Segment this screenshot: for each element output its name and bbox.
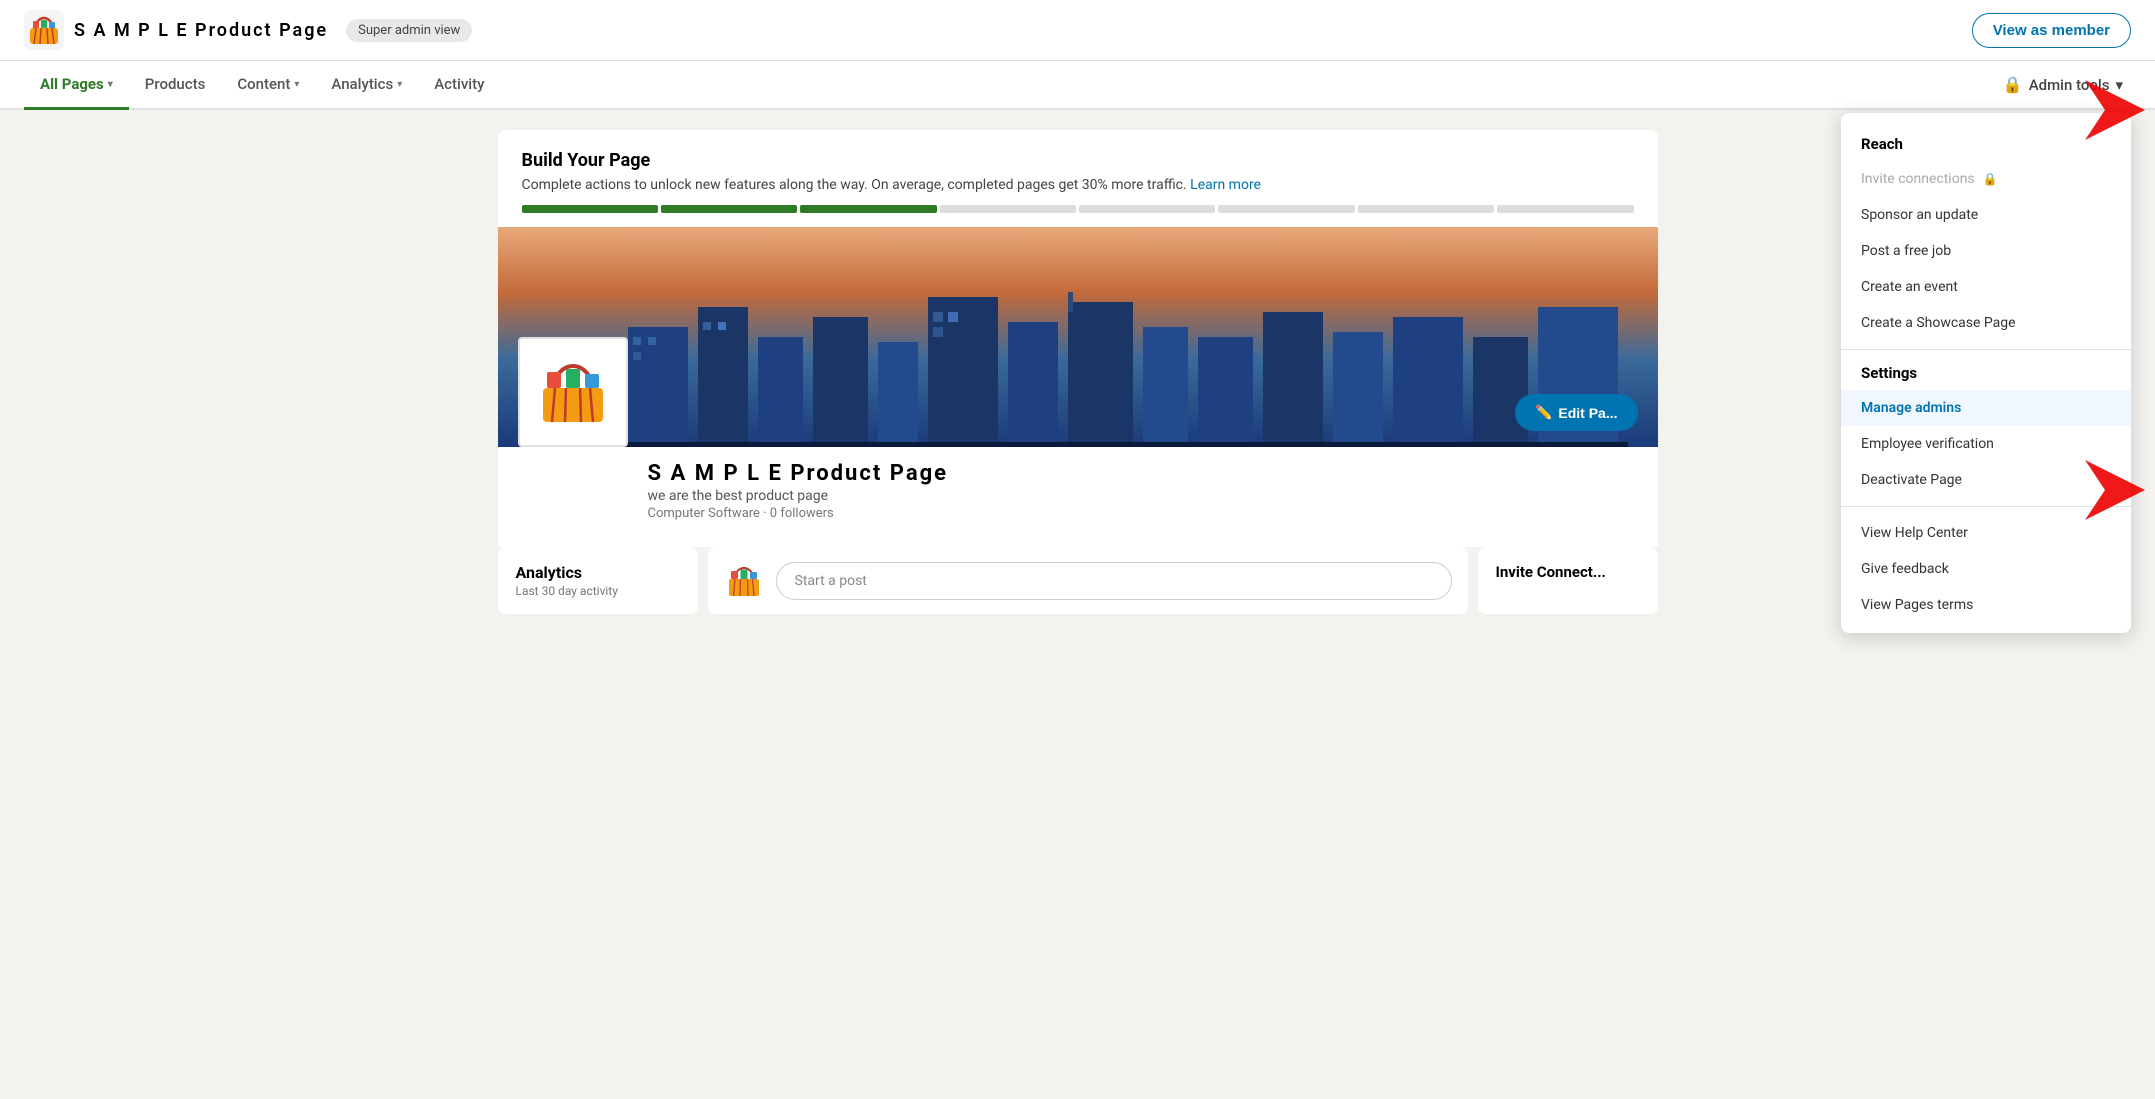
banner-image: ✏️ Edit Pa... (498, 227, 1658, 447)
admin-tools-button[interactable]: 🔒 Admin tools ▾ (1995, 61, 2131, 108)
dropdown-item-post-free-job[interactable]: Post a free job (1841, 233, 2131, 269)
progress-segment-7 (1358, 205, 1494, 213)
skyline-icon (498, 287, 1658, 447)
post-basket-icon (724, 561, 764, 601)
build-page-description: Complete actions to unlock new features … (522, 177, 1634, 193)
invite-card: Invite Connect... (1478, 547, 1658, 614)
super-admin-badge: Super admin view (346, 19, 472, 42)
nav-bar: All Pages ▾ Products Content ▾ Analytics… (0, 61, 2155, 110)
banner-section: ✏️ Edit Pa... S A M P L E Product Page w… (498, 227, 1658, 547)
progress-segment-2 (661, 205, 797, 213)
progress-segment-1 (522, 205, 658, 213)
chevron-down-icon: ▾ (397, 79, 402, 90)
dropdown-item-create-event[interactable]: Create an event (1841, 269, 2131, 305)
progress-segment-4 (940, 205, 1076, 213)
progress-bar (522, 205, 1634, 213)
lock-icon: 🔒 (1983, 172, 1998, 186)
nav-item-analytics[interactable]: Analytics ▾ (315, 61, 418, 110)
dropdown-item-sponsor-update[interactable]: Sponsor an update (1841, 197, 2131, 233)
build-page-section: Build Your Page Complete actions to unlo… (498, 130, 1658, 227)
dropdown-item-help-center[interactable]: View Help Center (1841, 515, 2131, 551)
company-logo (518, 337, 628, 447)
progress-segment-8 (1497, 205, 1633, 213)
admin-tools-dropdown: Reach Invite connections 🔒 Sponsor an up… (1841, 113, 2131, 633)
dropdown-item-deactivate-page[interactable]: Deactivate Page (1841, 462, 2131, 498)
analytics-subtitle: Last 30 day activity (516, 584, 680, 598)
dropdown-item-employee-verification[interactable]: Employee verification (1841, 426, 2131, 462)
dropdown-item-pages-terms[interactable]: View Pages terms (1841, 587, 2131, 623)
dropdown-item-create-showcase[interactable]: Create a Showcase Page (1841, 305, 2131, 341)
company-tagline: we are the best product page (648, 488, 1634, 504)
invite-title: Invite Connect... (1496, 563, 1640, 581)
nav-left: All Pages ▾ Products Content ▾ Analytics… (24, 61, 500, 108)
pencil-icon: ✏️ (1535, 404, 1552, 421)
company-meta: Computer Software · 0 followers (648, 506, 1634, 521)
chevron-down-icon: ▾ (108, 79, 113, 90)
nav-item-activity[interactable]: Activity (418, 61, 500, 110)
company-info-section: S A M P L E Product Page we are the best… (498, 447, 1658, 537)
progress-segment-3 (800, 205, 936, 213)
dropdown-item-manage-admins[interactable]: Manage admins (1841, 390, 2131, 426)
invite-connections-label: Invite connections (1861, 171, 1975, 187)
chevron-down-icon: ▾ (2115, 76, 2123, 94)
progress-segment-5 (1079, 205, 1215, 213)
dropdown-item-invite-connections[interactable]: Invite connections 🔒 (1841, 161, 2131, 197)
brand-area: S A M P L E Product Page Super admin vie… (24, 10, 472, 50)
reach-section-label: Reach (1841, 129, 2131, 161)
company-name: S A M P L E Product Page (648, 461, 1634, 486)
settings-section-label: Settings (1841, 358, 2131, 390)
edit-page-button[interactable]: ✏️ Edit Pa... (1515, 394, 1638, 431)
learn-more-link[interactable]: Learn more (1190, 177, 1261, 193)
post-input[interactable]: Start a post (776, 562, 1452, 600)
nav-item-products[interactable]: Products (129, 61, 222, 110)
nav-item-content[interactable]: Content ▾ (221, 61, 315, 110)
analytics-title: Analytics (516, 563, 680, 582)
dropdown-item-give-feedback[interactable]: Give feedback (1841, 551, 2131, 587)
brand-logo-icon (24, 10, 64, 50)
nav-item-all-pages[interactable]: All Pages ▾ (24, 61, 129, 110)
dropdown-divider (1841, 349, 2131, 350)
nav-right: 🔒 Admin tools ▾ Reach Invite connections… (1995, 61, 2131, 108)
progress-segment-6 (1218, 205, 1354, 213)
company-logo-icon (533, 352, 613, 432)
build-page-title: Build Your Page (522, 150, 1634, 171)
bottom-cards: Analytics Last 30 day activity S (498, 547, 1658, 634)
analytics-card: Analytics Last 30 day activity (498, 547, 698, 614)
chevron-down-icon: ▾ (294, 79, 299, 90)
post-card: Start a post (708, 547, 1468, 614)
dropdown-divider-2 (1841, 506, 2131, 507)
brand-name: S A M P L E Product Page (74, 20, 328, 41)
lock-icon: 🔒 (2003, 75, 2023, 94)
view-as-member-button[interactable]: View as member (1972, 13, 2131, 48)
